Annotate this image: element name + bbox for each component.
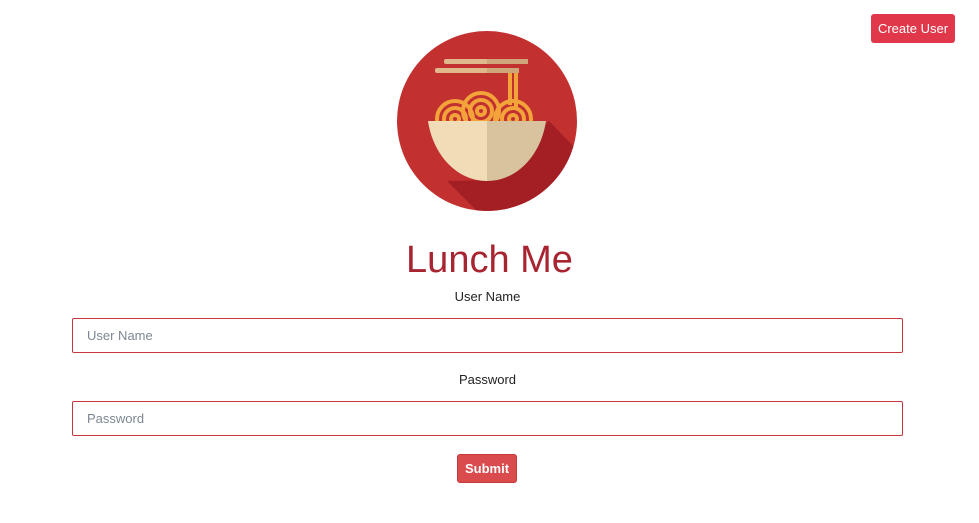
submit-button[interactable]: Submit — [457, 454, 517, 483]
password-input[interactable] — [72, 401, 903, 436]
login-page: Create User Lunch Me User Name User Name… — [0, 0, 979, 523]
username-input[interactable] — [72, 318, 903, 353]
username-label: User Name — [454, 289, 521, 304]
create-user-button[interactable]: Create User — [871, 14, 955, 43]
noodle-bowl-icon — [397, 31, 577, 211]
app-title: Lunch Me — [406, 239, 573, 281]
password-label: Password — [458, 372, 517, 387]
